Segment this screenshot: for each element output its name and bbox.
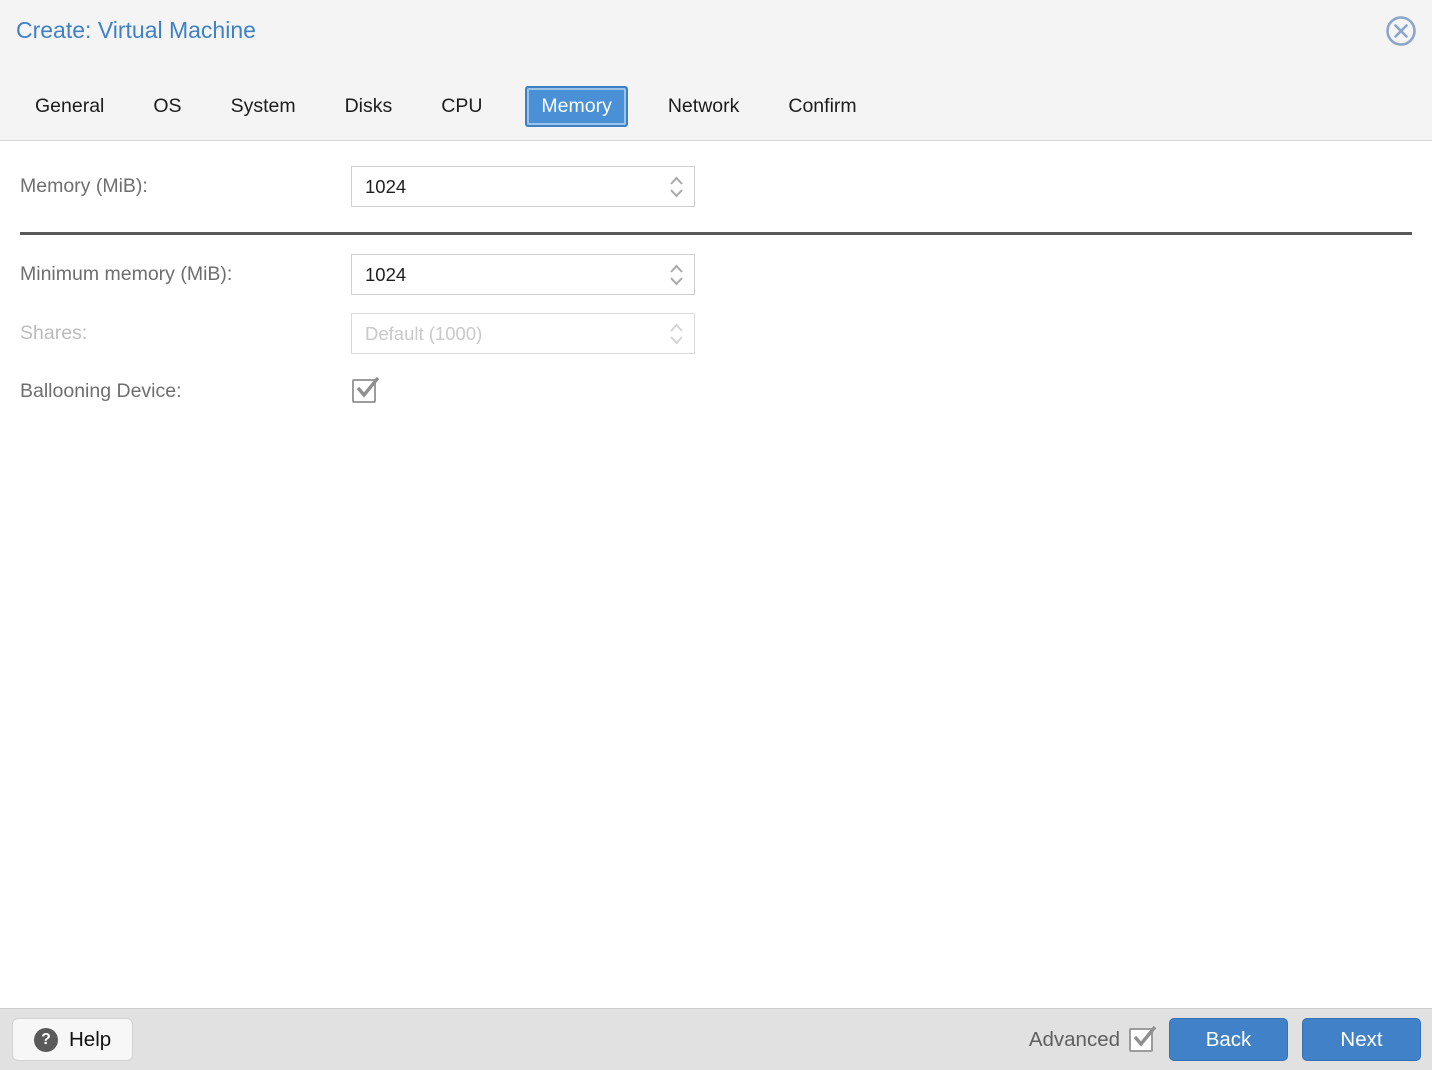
tab-confirm[interactable]: Confirm — [788, 87, 856, 126]
dialog-footer: ? Help Advanced Back Next — [0, 1008, 1432, 1070]
tab-memory[interactable]: Memory — [525, 85, 628, 127]
back-button[interactable]: Back — [1169, 1018, 1288, 1061]
advanced-checkbox[interactable] — [1129, 1025, 1157, 1052]
close-icon — [1384, 14, 1418, 53]
spinner-up-icon[interactable] — [669, 176, 684, 185]
tab-disks[interactable]: Disks — [345, 87, 393, 126]
shares-input — [352, 314, 694, 353]
tab-network[interactable]: Network — [668, 87, 740, 126]
shares-label: Shares: — [20, 322, 88, 344]
advanced-section-divider — [20, 232, 1412, 235]
dialog-header: Create: Virtual Machine General OS Syste… — [0, 0, 1432, 141]
tab-general[interactable]: General — [35, 87, 104, 126]
advanced-toggle-group: Advanced — [1028, 1025, 1157, 1052]
ballooning-checkbox[interactable] — [352, 376, 380, 403]
min-memory-spinner — [669, 264, 684, 285]
min-memory-label: Minimum memory (MiB): — [20, 263, 233, 285]
spinner-up-icon[interactable] — [669, 264, 684, 273]
help-button-label: Help — [69, 1027, 112, 1051]
advanced-label: Advanced — [1028, 1027, 1120, 1051]
next-button[interactable]: Next — [1302, 1018, 1421, 1061]
memory-input[interactable] — [352, 167, 694, 206]
spinner-up-icon — [669, 323, 684, 332]
tab-cpu[interactable]: CPU — [441, 87, 482, 126]
wizard-tab-bar: General OS System Disks CPU Memory Netwo… — [35, 83, 906, 129]
tab-system[interactable]: System — [231, 87, 296, 126]
spinner-down-icon[interactable] — [669, 188, 684, 197]
min-memory-input[interactable] — [352, 255, 694, 294]
spinner-down-icon — [669, 335, 684, 344]
shares-spinner — [669, 323, 684, 344]
create-vm-dialog: Create: Virtual Machine General OS Syste… — [0, 0, 1432, 1070]
ballooning-label: Ballooning Device: — [20, 380, 182, 402]
tab-os[interactable]: OS — [153, 87, 181, 126]
help-button[interactable]: ? Help — [12, 1018, 134, 1061]
footer-actions: Advanced Back Next — [1029, 1018, 1421, 1061]
memory-spinner — [669, 176, 684, 197]
memory-label: Memory (MiB): — [20, 175, 148, 197]
dialog-title: Create: Virtual Machine — [16, 17, 256, 43]
help-question-icon: ? — [34, 1027, 58, 1052]
shares-field — [351, 313, 695, 354]
memory-field — [351, 166, 695, 207]
spinner-down-icon[interactable] — [669, 276, 684, 285]
close-button[interactable] — [1383, 15, 1419, 51]
min-memory-field — [351, 254, 695, 295]
